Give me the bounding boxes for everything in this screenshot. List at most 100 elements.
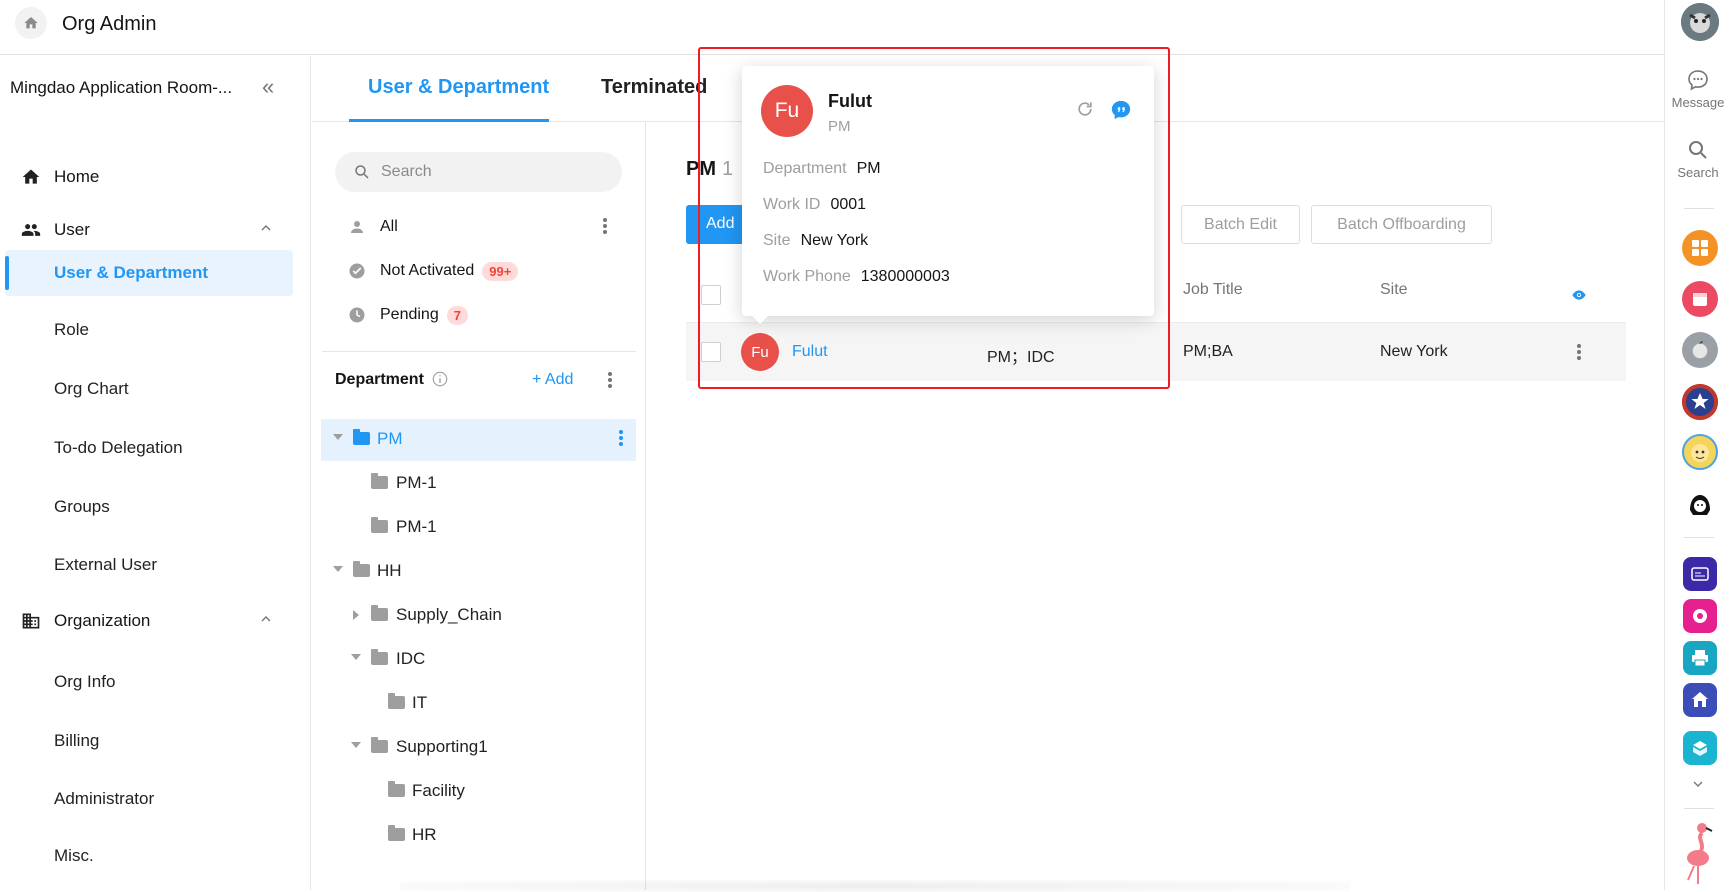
shield-app-icon[interactable] (1682, 384, 1718, 420)
tree-node-label: Supporting1 (396, 737, 488, 756)
nav-item-groups[interactable]: Groups (0, 484, 311, 530)
nav-group-organization[interactable]: Organization (0, 601, 311, 641)
info-icon[interactable] (431, 370, 449, 388)
portrait-icon (1690, 495, 1710, 515)
tree-node-label: PM (377, 429, 403, 448)
folder-icon (371, 737, 388, 753)
app-grid-icon[interactable] (1682, 230, 1718, 266)
app-card-icon[interactable] (1683, 557, 1717, 591)
divider (1684, 537, 1714, 538)
filter-all[interactable]: All (348, 212, 398, 242)
search-icon (355, 165, 369, 179)
flamingo-icon (1687, 823, 1713, 884)
nav-item-org-info[interactable]: Org Info (0, 659, 311, 705)
tree-node-hh[interactable]: HH (321, 551, 636, 593)
left-nav: Mingdao Application Room-... « Home User… (0, 56, 311, 890)
expand-arrow-icon[interactable] (333, 566, 343, 572)
more-vertical-icon[interactable] (607, 370, 613, 390)
chevron-up-icon[interactable] (258, 220, 274, 236)
nav-item-label: Administrator (54, 789, 155, 808)
column-site: Site (1380, 281, 1408, 298)
folder-icon (371, 473, 388, 489)
folder-icon (353, 429, 370, 445)
tab-user-department[interactable]: User & Department (368, 76, 549, 99)
column-job-title: Job Title (1183, 281, 1243, 298)
nav-item-external-user[interactable]: External User (0, 542, 311, 588)
user-avatar[interactable] (1681, 3, 1719, 41)
nav-item-label: External User (54, 555, 157, 574)
app-flower-icon[interactable] (1683, 599, 1717, 633)
nav-item-misc[interactable]: Misc. (0, 833, 311, 879)
portrait-app-icon[interactable] (1682, 487, 1718, 523)
nav-group-user-label: User (54, 220, 90, 239)
rail-search[interactable]: Search (1665, 138, 1730, 180)
expand-arrow-icon[interactable] (333, 434, 343, 440)
grid-icon (1692, 240, 1708, 256)
app-printer-icon[interactable] (1683, 641, 1717, 675)
add-department-button[interactable]: + Add (532, 371, 573, 389)
nav-item-label: Org Chart (54, 379, 129, 398)
search-placeholder: Search (381, 163, 432, 180)
tree-node-supporting1[interactable]: Supporting1 (321, 727, 636, 769)
tree-node-label: Supply_Chain (396, 605, 502, 624)
tree-node-hr[interactable]: HR (321, 815, 636, 857)
nav-group-user[interactable]: User (0, 210, 311, 250)
tree-node-it[interactable]: IT (321, 683, 636, 725)
app-box-icon[interactable] (1683, 731, 1717, 765)
filter-all-label: All (380, 218, 398, 235)
nav-item-role[interactable]: Role (0, 307, 311, 353)
more-vertical-icon[interactable] (1576, 342, 1582, 362)
cell-site: New York (1380, 343, 1448, 360)
character-app-icon[interactable] (1682, 434, 1718, 470)
message-icon (1688, 70, 1708, 91)
collapsed-arrow-icon[interactable] (353, 610, 359, 620)
tree-node-label: HR (412, 825, 437, 844)
app-title: Org Admin (62, 13, 157, 35)
tree-node-supply-chain[interactable]: Supply_Chain (321, 595, 636, 637)
expand-apps-button[interactable] (1665, 776, 1730, 795)
nav-item-todo-delegation[interactable]: To-do Delegation (0, 425, 311, 471)
rail-message-label: Message (1671, 95, 1725, 110)
tree-node-label: IDC (396, 649, 426, 668)
divider (1684, 808, 1714, 809)
tree-node-label: Facility (412, 781, 465, 800)
tree-node-idc[interactable]: IDC (321, 639, 636, 681)
tree-node-label: IT (412, 693, 428, 712)
house-icon (1692, 692, 1708, 707)
calendar-app-icon[interactable] (1682, 281, 1718, 317)
nav-item-org-chart[interactable]: Org Chart (0, 366, 311, 412)
flamingo-mascot[interactable] (1665, 820, 1730, 889)
home-button[interactable] (15, 7, 47, 39)
expand-arrow-icon[interactable] (351, 742, 361, 748)
collapse-sidebar-icon[interactable]: « (262, 74, 274, 100)
tree-node-pm[interactable]: PM (321, 419, 636, 461)
tree-node-pm-1[interactable]: PM-1 (321, 463, 636, 505)
apple-app-icon[interactable] (1682, 332, 1718, 368)
box-icon (1693, 741, 1707, 756)
count-badge: 99+ (482, 261, 519, 281)
nav-item-billing[interactable]: Billing (0, 718, 311, 764)
org-name[interactable]: Mingdao Application Room-... (10, 78, 245, 98)
eye-icon[interactable] (1571, 287, 1587, 303)
flower-icon (1693, 609, 1707, 623)
more-vertical-icon[interactable] (602, 216, 608, 236)
more-vertical-icon[interactable] (618, 428, 624, 448)
search-input[interactable]: Search (335, 152, 622, 192)
card-icon (1691, 567, 1709, 581)
tree-node-pm-1[interactable]: PM-1 (321, 507, 636, 549)
filter-not-activated[interactable]: Not Activated 99+ (348, 256, 519, 286)
batch-offboarding-button[interactable]: Batch Offboarding (1311, 205, 1492, 244)
rail-message[interactable]: Message (1665, 68, 1730, 110)
batch-edit-button[interactable]: Batch Edit (1181, 205, 1300, 244)
folder-icon (371, 517, 388, 533)
nav-home[interactable]: Home (0, 157, 311, 197)
filter-pending[interactable]: Pending 7 (348, 300, 468, 330)
nav-item-administrator[interactable]: Administrator (0, 776, 311, 822)
tab-terminated[interactable]: Terminated (601, 76, 707, 99)
chevron-up-icon[interactable] (258, 611, 274, 627)
nav-item-user-department[interactable]: User & Department (5, 250, 293, 296)
app-house-icon[interactable] (1683, 683, 1717, 717)
tree-node-facility[interactable]: Facility (321, 771, 636, 813)
expand-arrow-icon[interactable] (351, 654, 361, 660)
nav-home-label: Home (54, 167, 100, 186)
